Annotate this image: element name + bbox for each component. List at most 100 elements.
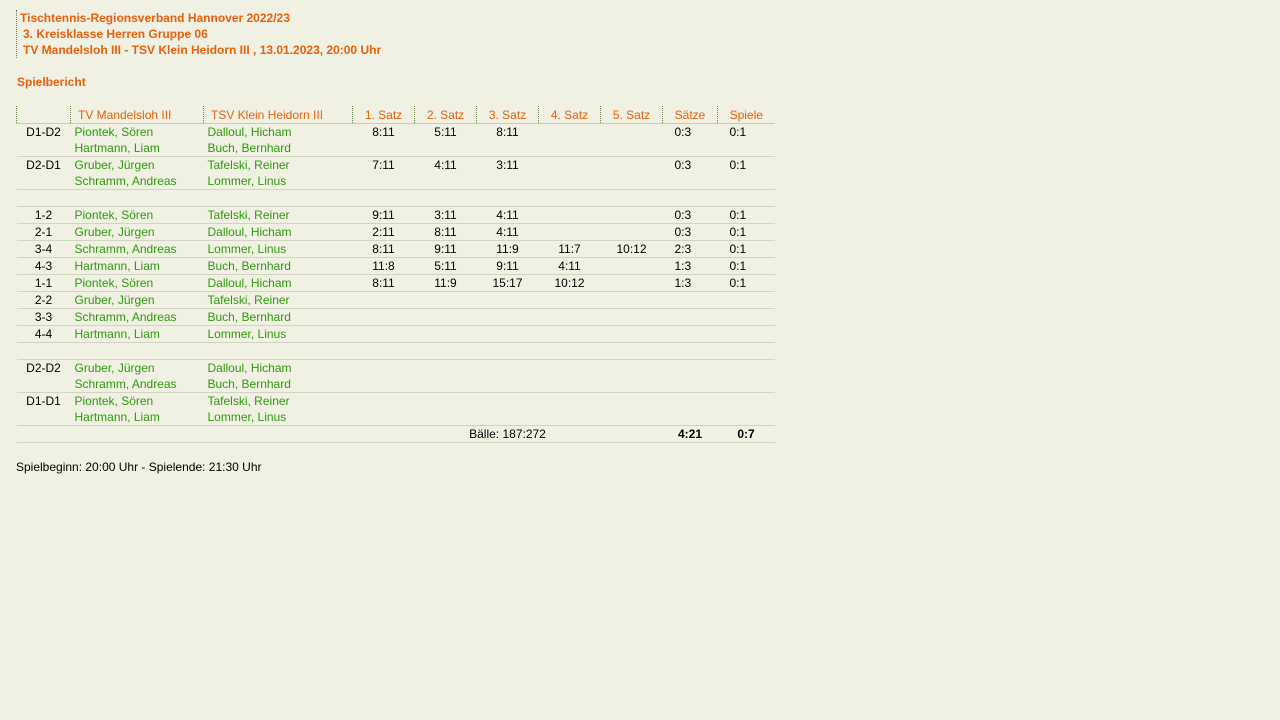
saetze-value: 0:3 — [662, 223, 718, 241]
set-score — [353, 393, 415, 410]
set-score: 9:11 — [476, 257, 539, 275]
set-score: 5:11 — [434, 125, 457, 139]
saetze-value: 0:3 — [662, 206, 718, 224]
col-pair — [16, 106, 71, 124]
table-row: Hartmann, Liam Lommer, Linus — [16, 409, 775, 426]
set-score: 11:9 — [476, 240, 539, 258]
set-score — [601, 393, 663, 410]
pair-label: D2-D2 — [26, 361, 61, 375]
away-player-link[interactable]: Buch, Bernhard — [203, 308, 353, 326]
totals-row: Bälle: 187:272 4:21 0:7 — [16, 425, 775, 443]
away-player-link[interactable]: Tafelski, Reiner — [203, 291, 353, 309]
spacer-row — [16, 189, 775, 207]
spiele-value — [718, 393, 775, 410]
set-score: 11:9 — [414, 274, 477, 292]
spiele-value — [717, 308, 775, 326]
table-row: 3-3 Schramm, Andreas Buch, Bernhard — [16, 308, 775, 326]
table-row: 2-1 Gruber, Jürgen Dalloul, Hicham 2:11 … — [16, 223, 775, 241]
spiele-value: 0:1 — [729, 158, 747, 172]
set-score — [538, 308, 601, 326]
set-score — [600, 274, 663, 292]
group-title: 3. Kreisklasse Herren Gruppe 06 — [23, 27, 208, 41]
away-player-link[interactable]: Tafelski, Reiner — [204, 157, 353, 174]
set-score: 8:11 — [414, 223, 477, 241]
home-player-link[interactable]: Gruber, Jürgen — [71, 360, 204, 377]
home-player-link[interactable]: Schramm, Andreas — [70, 173, 204, 190]
set-score — [538, 325, 601, 343]
table-row: 1-2 Piontek, Sören Tafelski, Reiner 9:11… — [16, 206, 775, 224]
set-score — [538, 223, 601, 241]
set-score — [353, 360, 415, 377]
col-set-5: 5. Satz — [600, 106, 663, 124]
table-row: 4-4 Hartmann, Liam Lommer, Linus — [16, 325, 775, 343]
home-player-link[interactable]: Gruber, Jürgen — [70, 223, 204, 241]
spiele-value: 0:1 — [717, 274, 775, 292]
table-row: D1-D1 Piontek, Sören Tafelski, Reiner — [17, 393, 775, 410]
home-player-link[interactable]: Hartmann, Liam — [70, 325, 204, 343]
pair-label: 4-4 — [16, 325, 71, 343]
spiele-value: 0:1 — [717, 206, 775, 224]
away-player-link[interactable]: Buch, Bernhard — [203, 257, 353, 275]
table-row: 2-2 Gruber, Jürgen Tafelski, Reiner — [16, 291, 775, 309]
set-score: 10:12 — [538, 274, 601, 292]
home-player-link[interactable]: Hartmann, Liam — [70, 257, 204, 275]
spiele-value — [717, 325, 775, 343]
table-header-row: TV Mandelsloh III TSV Klein Heidorn III … — [16, 106, 775, 124]
set-score: 7:11 — [372, 158, 395, 172]
spiele-total: 0:7 — [717, 425, 775, 443]
away-player-link[interactable]: Tafelski, Reiner — [203, 206, 353, 224]
set-score: 8:11 — [496, 125, 519, 139]
pair-label: 1-2 — [16, 206, 71, 224]
set-score — [414, 308, 477, 326]
set-score — [600, 308, 663, 326]
spiele-value: 0:1 — [717, 257, 775, 275]
table-row: D1-D2 Piontek, Sören Dalloul, Hicham 8:1… — [17, 124, 775, 141]
away-player-link[interactable]: Buch, Bernhard — [203, 376, 353, 393]
set-score: 9:11 — [414, 240, 477, 258]
home-player-link[interactable]: Piontek, Sören — [70, 206, 204, 224]
away-player-link[interactable]: Dalloul, Hicham — [204, 124, 353, 141]
set-score: 4:11 — [434, 158, 457, 172]
set-score — [414, 325, 477, 343]
report-container: Tischtennis-Regionsverband Hannover 2022… — [16, 10, 775, 475]
away-player-link[interactable]: Dalloul, Hicham — [204, 360, 353, 377]
saetze-total: 4:21 — [662, 425, 718, 443]
home-player-link[interactable]: Gruber, Jürgen — [71, 157, 204, 174]
home-player-link[interactable]: Piontek, Sören — [70, 274, 204, 292]
home-player-link[interactable]: Schramm, Andreas — [70, 376, 204, 393]
set-score — [538, 206, 601, 224]
home-player-link[interactable]: Schramm, Andreas — [70, 240, 204, 258]
set-score: 11:8 — [352, 257, 415, 275]
away-player-link[interactable]: Lommer, Linus — [203, 240, 353, 258]
set-score — [477, 360, 539, 377]
home-player-link[interactable]: Schramm, Andreas — [70, 308, 204, 326]
saetze-value: 0:3 — [674, 125, 692, 139]
away-player-link[interactable]: Lommer, Linus — [203, 325, 353, 343]
spiele-value — [718, 360, 775, 377]
away-player-link[interactable]: Dalloul, Hicham — [203, 223, 353, 241]
pair-label: 2-2 — [16, 291, 71, 309]
set-score — [476, 325, 539, 343]
away-player-link[interactable]: Lommer, Linus — [203, 173, 353, 190]
away-player-link[interactable]: Lommer, Linus — [203, 409, 353, 426]
set-score — [601, 360, 663, 377]
home-player-link[interactable]: Gruber, Jürgen — [70, 291, 204, 309]
set-score — [539, 360, 601, 377]
away-player-link[interactable]: Tafelski, Reiner — [204, 393, 353, 410]
home-player-link[interactable]: Hartmann, Liam — [70, 140, 204, 157]
set-score — [414, 291, 477, 309]
set-score: 8:11 — [372, 125, 395, 139]
league-title: Tischtennis-Regionsverband Hannover 2022… — [20, 11, 290, 25]
away-player-link[interactable]: Buch, Bernhard — [203, 140, 353, 157]
home-player-link[interactable]: Hartmann, Liam — [70, 409, 204, 426]
away-player-link[interactable]: Dalloul, Hicham — [203, 274, 353, 292]
home-player-link[interactable]: Piontek, Sören — [71, 393, 204, 410]
saetze-value: 1:3 — [662, 257, 718, 275]
home-player-link[interactable]: Piontek, Sören — [71, 124, 204, 141]
spiele-value: 0:1 — [717, 240, 775, 258]
set-score — [601, 124, 663, 141]
set-score — [352, 308, 415, 326]
set-score — [415, 360, 477, 377]
col-home-team: TV Mandelsloh III — [70, 106, 204, 124]
spiele-value: 0:1 — [729, 125, 747, 139]
